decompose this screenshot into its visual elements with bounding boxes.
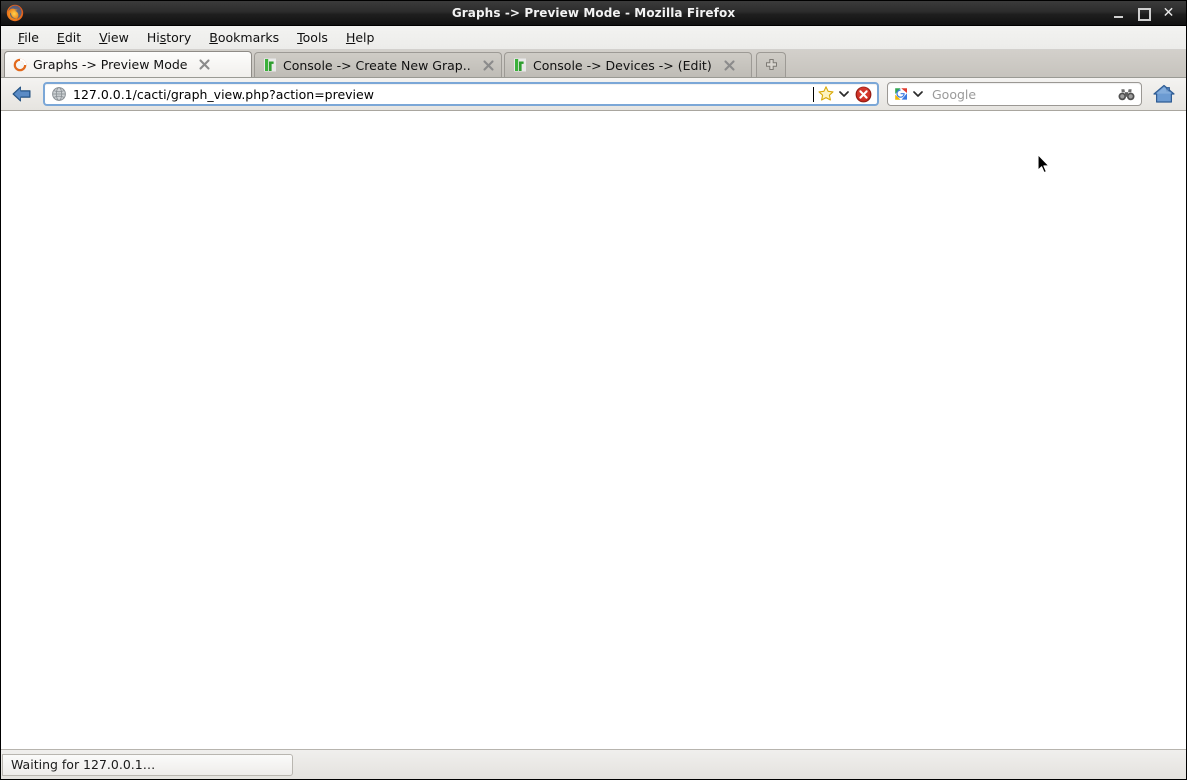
search-bar[interactable]: Google [887,82,1142,106]
url-bar-actions [816,85,877,104]
tab-label: Console -> Create New Grap... [283,57,471,73]
menu-help[interactable]: Help [337,28,384,47]
binoculars-icon[interactable] [1118,87,1141,102]
tab-label: Graphs -> Preview Mode [33,57,188,72]
menu-bar: File Edit View History Bookmarks Tools H… [1,26,1186,50]
close-button[interactable]: ✕ [1162,6,1175,20]
tab-close-button[interactable] [197,57,212,72]
home-button[interactable] [1148,81,1180,107]
tab-strip-empty-area [786,52,1186,77]
cacti-favicon [512,57,528,73]
menu-history[interactable]: History [138,28,200,47]
status-bar: Waiting for 127.0.0.1… [1,749,1186,779]
home-icon [1153,84,1175,103]
minimize-button[interactable] [1112,7,1125,20]
tab-label: Console -> Devices -> (Edit) [533,57,712,73]
window-title: Graphs -> Preview Mode - Mozilla Firefox [451,6,736,20]
tab-console-devices-edit[interactable]: Console -> Devices -> (Edit) [504,52,752,77]
loading-spinner-icon [12,57,28,73]
new-tab-button[interactable] [756,52,786,77]
tab-close-button[interactable] [481,58,496,73]
url-text-caret [813,86,814,102]
firefox-logo-icon [6,4,24,22]
menu-file[interactable]: File [9,28,48,47]
browser-window: Graphs -> Preview Mode - Mozilla Firefox… [0,0,1187,780]
menu-view[interactable]: View [90,28,138,47]
cacti-favicon [262,57,278,73]
maximize-button[interactable] [1137,7,1151,21]
status-panel: Waiting for 127.0.0.1… [2,753,293,776]
tab-bar: Graphs -> Preview Mode Console -> Create… [1,50,1186,78]
tab-close-button[interactable] [722,58,737,73]
menu-bookmarks[interactable]: Bookmarks [200,28,288,47]
url-text: 127.0.0.1/cacti/graph_view.php?action=pr… [73,86,374,102]
chevron-down-icon[interactable] [838,85,850,104]
back-arrow-icon [12,86,31,102]
status-text: Waiting for 127.0.0.1… [11,757,156,772]
back-button[interactable] [7,81,37,107]
search-engine-selector[interactable] [888,86,925,102]
menu-edit[interactable]: Edit [48,28,90,47]
window-controls: ✕ [1112,6,1186,21]
stop-loading-icon[interactable] [853,85,873,104]
menu-tools[interactable]: Tools [288,28,337,47]
navigation-toolbar: 127.0.0.1/cacti/graph_view.php?action=pr… [1,78,1186,111]
page-content-area[interactable] [1,111,1186,749]
title-bar: Graphs -> Preview Mode - Mozilla Firefox… [1,1,1186,26]
url-bar[interactable]: 127.0.0.1/cacti/graph_view.php?action=pr… [43,82,879,106]
search-input[interactable]: Google [925,87,1118,102]
mouse-cursor [1037,154,1050,174]
tab-graphs-preview-mode[interactable]: Graphs -> Preview Mode [4,51,252,77]
plus-icon [765,58,777,70]
bookmark-star-icon[interactable] [816,85,835,104]
chevron-down-icon[interactable] [913,90,923,98]
tab-console-create-new-graphs[interactable]: Console -> Create New Grap... [254,52,502,77]
globe-icon[interactable] [51,86,67,102]
google-icon [893,86,909,102]
